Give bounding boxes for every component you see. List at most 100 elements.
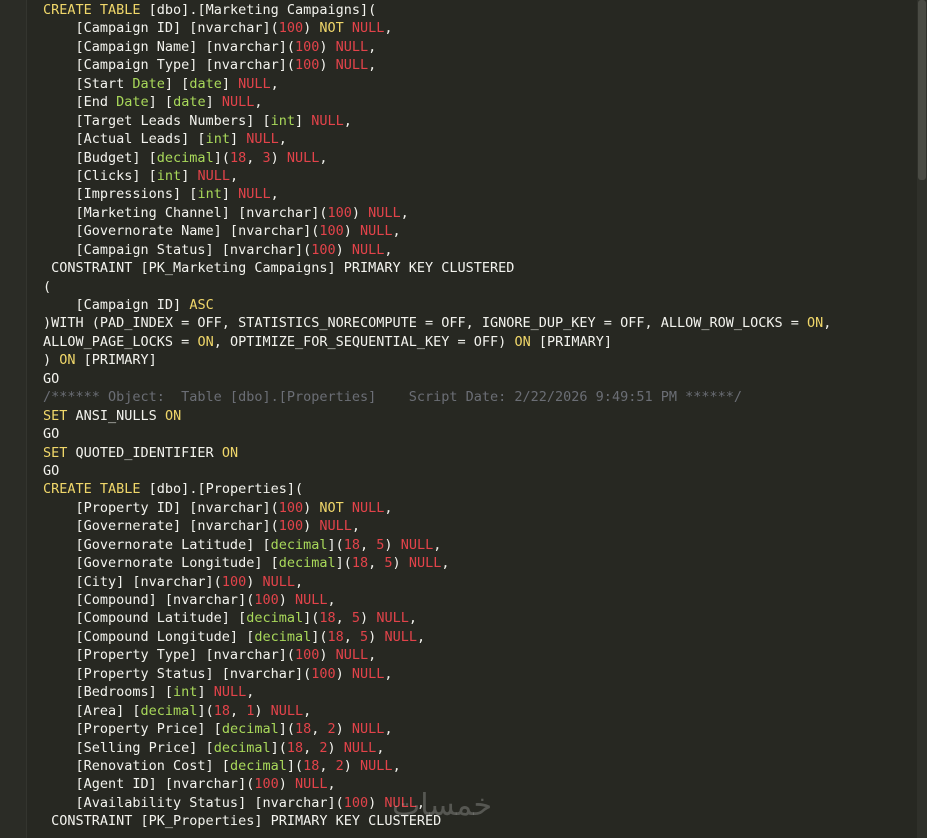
number-literal: 2 [335, 757, 344, 774]
code-text: , [319, 757, 336, 774]
code-text: ) [351, 204, 369, 221]
number-literal: 5 [360, 628, 369, 645]
code-line: ) ON [PRIMARY] [43, 351, 915, 369]
code-line: CREATE TABLE [dbo].[Properties]( [43, 480, 915, 498]
code-text: [Governorate Name] [nvarchar]( [43, 223, 320, 240]
type-name: decimal [278, 555, 336, 572]
number-literal: 100 [278, 518, 304, 535]
code-text: ) [278, 592, 295, 608]
code-line: [Governorate Name] [nvarchar](100) NULL, [43, 222, 915, 240]
keyword: SET [43, 407, 68, 424]
code-text: , [343, 628, 361, 645]
code-text: ]( [327, 536, 344, 553]
code-text: , [368, 57, 377, 74]
keyword: SET [43, 444, 68, 461]
keyword: ON [807, 315, 824, 332]
code-text: ]( [335, 555, 352, 572]
code-text: [Start [43, 75, 133, 92]
null-keyword: NULL [351, 721, 385, 738]
null-keyword: NULL [238, 186, 271, 203]
code-text: ) [368, 628, 385, 645]
code-text: ) [254, 702, 271, 719]
code-text: ] [221, 75, 239, 92]
number-literal: 100 [221, 573, 247, 590]
code-text: [Selling Price] [ [43, 739, 214, 756]
code-text: ) [43, 352, 60, 369]
code-text: ) [278, 776, 295, 793]
code-text: , [327, 592, 336, 608]
code-text: , [311, 721, 328, 738]
code-text: ) [319, 647, 336, 664]
code-text: ] [294, 112, 312, 129]
code-text: [Campaign Name] [nvarchar]( [43, 38, 295, 55]
code-text: ] [ [164, 75, 190, 92]
code-line: [Selling Price] [decimal](18, 2) NULL, [43, 739, 915, 757]
code-text: ) [303, 518, 320, 535]
code-text: , [368, 647, 377, 664]
code-line: [Clicks] [int] NULL, [43, 167, 915, 185]
code-text: [Compound Latitude] [ [43, 610, 247, 627]
type-name: int [173, 684, 198, 701]
code-text: [PRIMARY] [75, 352, 157, 369]
code-text: , [303, 702, 312, 719]
code-line: [Property Status] [nvarchar](100) NULL, [43, 665, 915, 683]
code-text: , [384, 665, 393, 682]
keyword: CREATE TABLE [43, 481, 141, 498]
null-keyword: NULL [294, 776, 328, 793]
code-text: ) [335, 665, 352, 682]
number-literal: 100 [319, 223, 344, 240]
code-text: [Clicks] [ [43, 167, 157, 184]
code-text: , [408, 610, 417, 627]
code-text: GO [43, 426, 60, 443]
code-text: ) [303, 20, 320, 37]
null-keyword: NULL [351, 665, 385, 682]
code-text: , [335, 610, 352, 627]
code-text: , [392, 223, 401, 240]
code-text: [City] [nvarchar]( [43, 573, 222, 590]
code-line: [Compound Longitude] [decimal](18, 5) NU… [43, 628, 915, 646]
comment: /****** Object: Table [dbo].[Properties]… [43, 389, 742, 406]
code-text: [dbo].[Marketing Campaigns]( [140, 2, 377, 18]
code-line: [Campaign Type] [nvarchar](100) NULL, [43, 56, 915, 74]
code-line: [Governorate Latitude] [decimal](18, 5) … [43, 536, 915, 554]
code-text: QUOTED_IDENTIFIER [67, 444, 222, 461]
code-text: ) [368, 794, 385, 811]
code-text: [Availability Status] [nvarchar]( [43, 794, 344, 811]
code-text: , [392, 757, 401, 774]
scrollbar-thumb[interactable] [918, 0, 926, 180]
sql-code-editor[interactable]: CREATE TABLE [dbo].[Marketing Campaigns]… [43, 1, 915, 831]
code-text: [Marketing Channel] [nvarchar]( [43, 204, 328, 221]
vertical-scrollbar[interactable] [917, 0, 927, 838]
null-keyword: NULL [197, 167, 230, 184]
watermark-logo: خمسات [392, 788, 493, 823]
code-text: GO [43, 370, 60, 387]
code-text: ] [181, 167, 198, 184]
keyword: ON [59, 352, 76, 369]
code-line: GO [43, 425, 915, 443]
type-name: decimal [213, 739, 271, 756]
code-text: ) [270, 149, 287, 166]
code-text: [PRIMARY] [530, 333, 612, 350]
null-keyword: NULL [384, 628, 417, 645]
code-text: ]( [213, 149, 230, 166]
number-literal: 18 [343, 536, 361, 553]
code-text: , [303, 739, 320, 756]
code-line: [Marketing Channel] [nvarchar](100) NULL… [43, 204, 915, 222]
keyword: NOT [319, 20, 344, 37]
code-line: SET ANSI_NULLS ON [43, 407, 915, 425]
null-keyword: NULL [343, 739, 377, 756]
null-keyword: NULL [270, 702, 304, 719]
type-name: int [205, 131, 230, 148]
number-literal: 100 [254, 592, 279, 608]
code-text: , [384, 499, 393, 516]
number-literal: 18 [229, 149, 247, 166]
code-text: [dbo].[Properties]( [140, 481, 304, 498]
keyword: NOT [319, 499, 344, 516]
number-literal: 3 [262, 149, 271, 166]
number-literal: 100 [278, 20, 304, 37]
code-text: [Governorate Latitude] [ [43, 536, 271, 553]
code-line: [Area] [decimal](18, 1) NULL, [43, 702, 915, 720]
code-text: [Actual Leads] [ [43, 131, 206, 148]
code-text: , [229, 702, 247, 719]
